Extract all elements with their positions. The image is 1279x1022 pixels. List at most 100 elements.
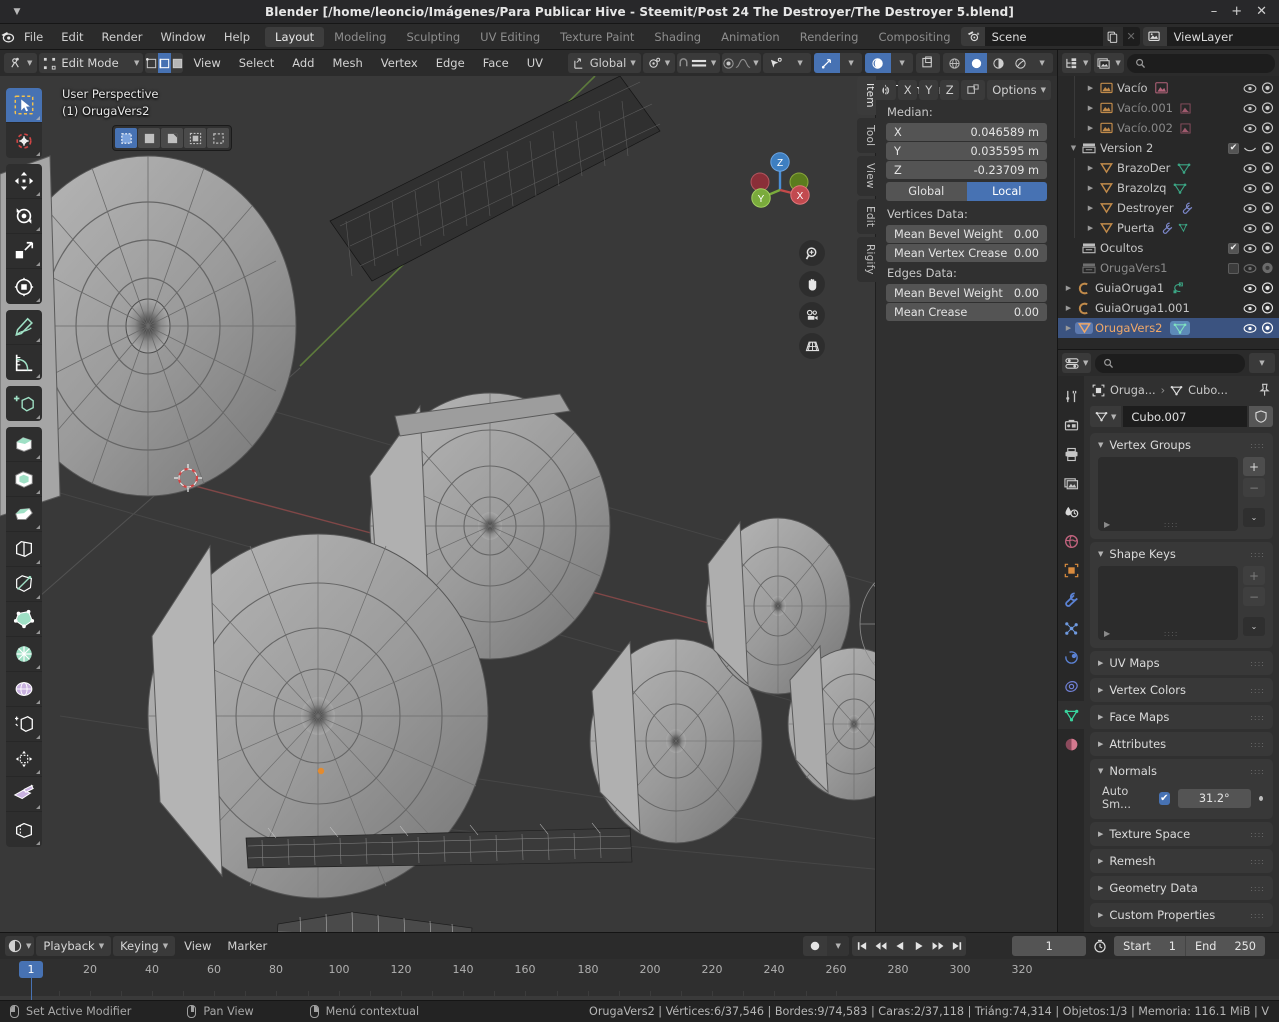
blender-logo-icon[interactable]	[0, 29, 15, 44]
outliner-row-ocultos[interactable]: Ocultos ✔	[1058, 238, 1279, 258]
select-tweak-icon[interactable]	[115, 128, 137, 148]
shading-solid-icon[interactable]	[965, 53, 988, 73]
mesh-name-field[interactable]: Cubo.007	[1123, 406, 1247, 427]
outliner-row-puerta[interactable]: ▶ Puerta	[1058, 218, 1279, 238]
select-extend-icon[interactable]	[161, 128, 183, 148]
snap-magnet-icon[interactable]	[677, 53, 690, 73]
properties-tab-constraints[interactable]	[1058, 672, 1084, 700]
view-layer-icon[interactable]	[1142, 27, 1167, 46]
scene-selector[interactable]: Scene ✕	[960, 27, 1140, 46]
properties-tab-particles[interactable]	[1058, 614, 1084, 642]
shading-wireframe-icon[interactable]	[943, 53, 965, 73]
jump-to-start-button[interactable]	[852, 936, 871, 956]
collection-checkbox[interactable]: ✔	[1228, 242, 1239, 254]
timeline-menu-marker[interactable]: Marker	[220, 937, 274, 955]
panel-face-maps[interactable]: ▶ Face Maps ::::	[1090, 705, 1273, 729]
outliner-search-input[interactable]	[1126, 53, 1275, 73]
toggle-xray-icon[interactable]	[865, 53, 892, 73]
tool-loop-cut[interactable]	[6, 532, 42, 567]
expand-triangle-icon[interactable]: ▶	[1084, 224, 1097, 232]
tool-scale[interactable]	[6, 234, 42, 269]
panel-remesh[interactable]: ▶ Remesh ::::	[1090, 849, 1273, 873]
outliner-row-guiaoruga1-001[interactable]: ▶ GuiaOruga1.001	[1058, 298, 1279, 318]
snap-to-selector[interactable]	[690, 53, 707, 73]
show-overlays-icon[interactable]	[814, 53, 841, 73]
outliner-tree[interactable]: ▶ Vacío ▶ Vacío.001 ▶ Vacío.002 ▼ Versio…	[1058, 76, 1279, 349]
tool-bevel[interactable]	[6, 497, 42, 532]
expand-triangle-icon[interactable]: ▶	[1062, 324, 1075, 332]
tool-tweak-select-box[interactable]	[6, 88, 42, 123]
tool-rip-edge[interactable]	[6, 812, 42, 847]
tool-rotate[interactable]	[6, 199, 42, 234]
options-button[interactable]: Options ▼	[987, 80, 1051, 100]
properties-tab-material[interactable]	[1058, 730, 1084, 758]
tool-poly-build[interactable]	[6, 602, 42, 637]
workspace-tab-compositing[interactable]: Compositing	[868, 27, 960, 47]
list-expand-triangle-icon[interactable]: ▶	[1104, 520, 1110, 529]
select-subtract-icon[interactable]	[184, 128, 206, 148]
select-mode-vertex-button[interactable]	[145, 53, 158, 73]
breadcrumb-mesh[interactable]: Cubo...	[1188, 384, 1228, 397]
scene-unlink-button[interactable]: ✕	[1123, 30, 1140, 43]
overlays-chevron-down-icon[interactable]: ▼	[840, 53, 862, 73]
workspace-tab-uv-editing[interactable]: UV Editing	[470, 27, 550, 47]
properties-tab-scene[interactable]	[1058, 498, 1084, 526]
properties-tab-tool[interactable]	[1058, 382, 1084, 410]
expand-triangle-icon[interactable]: ▶	[1084, 184, 1097, 192]
play-button[interactable]	[909, 936, 928, 956]
show-gizmo-icon[interactable]	[763, 53, 789, 73]
median-x-field[interactable]: X 0.046589 m	[886, 123, 1047, 141]
auto-smooth-angle-field[interactable]: 31.2°	[1177, 788, 1251, 808]
workspace-tab-sculpting[interactable]: Sculpting	[396, 27, 470, 47]
outliner-row-orugavers2[interactable]: ▶ OrugaVers2	[1058, 318, 1279, 338]
expand-triangle-icon[interactable]: ▶	[1084, 204, 1097, 212]
list-resize-grip-icon[interactable]: ::::	[1164, 629, 1179, 638]
outliner-row-destroyer[interactable]: ▶ Destroyer	[1058, 198, 1279, 218]
animate-property-dot-icon[interactable]	[1258, 795, 1263, 801]
viewport-menu-view[interactable]: View	[185, 54, 228, 72]
outliner-row-vacio-001[interactable]: ▶ Vacío.001	[1058, 98, 1279, 118]
scene-name[interactable]: Scene	[985, 30, 1103, 44]
snap-chevron-down-icon[interactable]: ▼	[707, 53, 720, 73]
viewport-menu-vertex[interactable]: Vertex	[373, 54, 426, 72]
properties-search-input[interactable]	[1095, 353, 1245, 373]
transform-space-local-button[interactable]: Local	[966, 182, 1047, 201]
mirror-x-button[interactable]: X	[898, 80, 918, 100]
properties-tab-world[interactable]	[1058, 527, 1084, 555]
menu-file[interactable]: File	[15, 28, 52, 46]
window-close-button[interactable]: ✕	[1256, 5, 1267, 18]
outliner-display-mode-button[interactable]: ▼	[1094, 53, 1124, 73]
toggle-xray-button[interactable]	[916, 53, 941, 73]
auto-keying-chevron-down-icon[interactable]: ▼	[827, 936, 850, 956]
properties-tab-physics[interactable]	[1058, 643, 1084, 671]
outliner-row-vacio[interactable]: ▶ Vacío	[1058, 78, 1279, 98]
select-mode-face-button[interactable]	[171, 53, 183, 73]
xray-chevron-down-icon[interactable]: ▼	[891, 53, 913, 73]
sidebar-tab-item[interactable]: Item	[857, 76, 876, 115]
view-layer-selector[interactable]: ViewLayer ✕	[1142, 27, 1279, 46]
tool-transform[interactable]	[6, 269, 42, 304]
timeline-keying-menu[interactable]: Keying ▼	[113, 936, 176, 956]
pin-icon[interactable]	[1258, 383, 1271, 397]
viewport-menu-uv[interactable]: UV	[519, 54, 551, 72]
scene-new-button[interactable]	[1102, 27, 1123, 46]
shading-rendered-icon[interactable]	[1009, 53, 1031, 73]
expand-triangle-icon[interactable]: ▶	[1084, 84, 1097, 92]
jump-to-next-keyframe-button[interactable]	[928, 936, 947, 956]
tool-shrink-fatten[interactable]	[6, 707, 42, 742]
viewport-menu-edge[interactable]: Edge	[428, 54, 473, 72]
panel-attributes[interactable]: ▶ Attributes ::::	[1090, 732, 1273, 756]
properties-filter-chevron-down-icon[interactable]: ▼	[1249, 353, 1275, 373]
tool-shear[interactable]	[6, 742, 42, 777]
collapse-triangle-icon[interactable]: ▼	[1067, 144, 1080, 152]
properties-tab-object[interactable]	[1058, 556, 1084, 584]
vertex-group-remove-button[interactable]: −	[1243, 478, 1265, 497]
tool-cursor[interactable]	[6, 123, 42, 158]
select-mode-popup[interactable]	[112, 125, 232, 151]
outliner-row-vacio-002[interactable]: ▶ Vacío.002	[1058, 118, 1279, 138]
3d-viewport[interactable]: ▼ Edit Mode ▼ View Select Add Mesh Verte…	[0, 50, 1057, 932]
proportional-edit-toggle[interactable]	[722, 53, 735, 73]
shading-material-preview-icon[interactable]	[987, 53, 1009, 73]
play-reverse-button[interactable]	[890, 936, 909, 956]
scene-icon[interactable]	[960, 27, 985, 46]
